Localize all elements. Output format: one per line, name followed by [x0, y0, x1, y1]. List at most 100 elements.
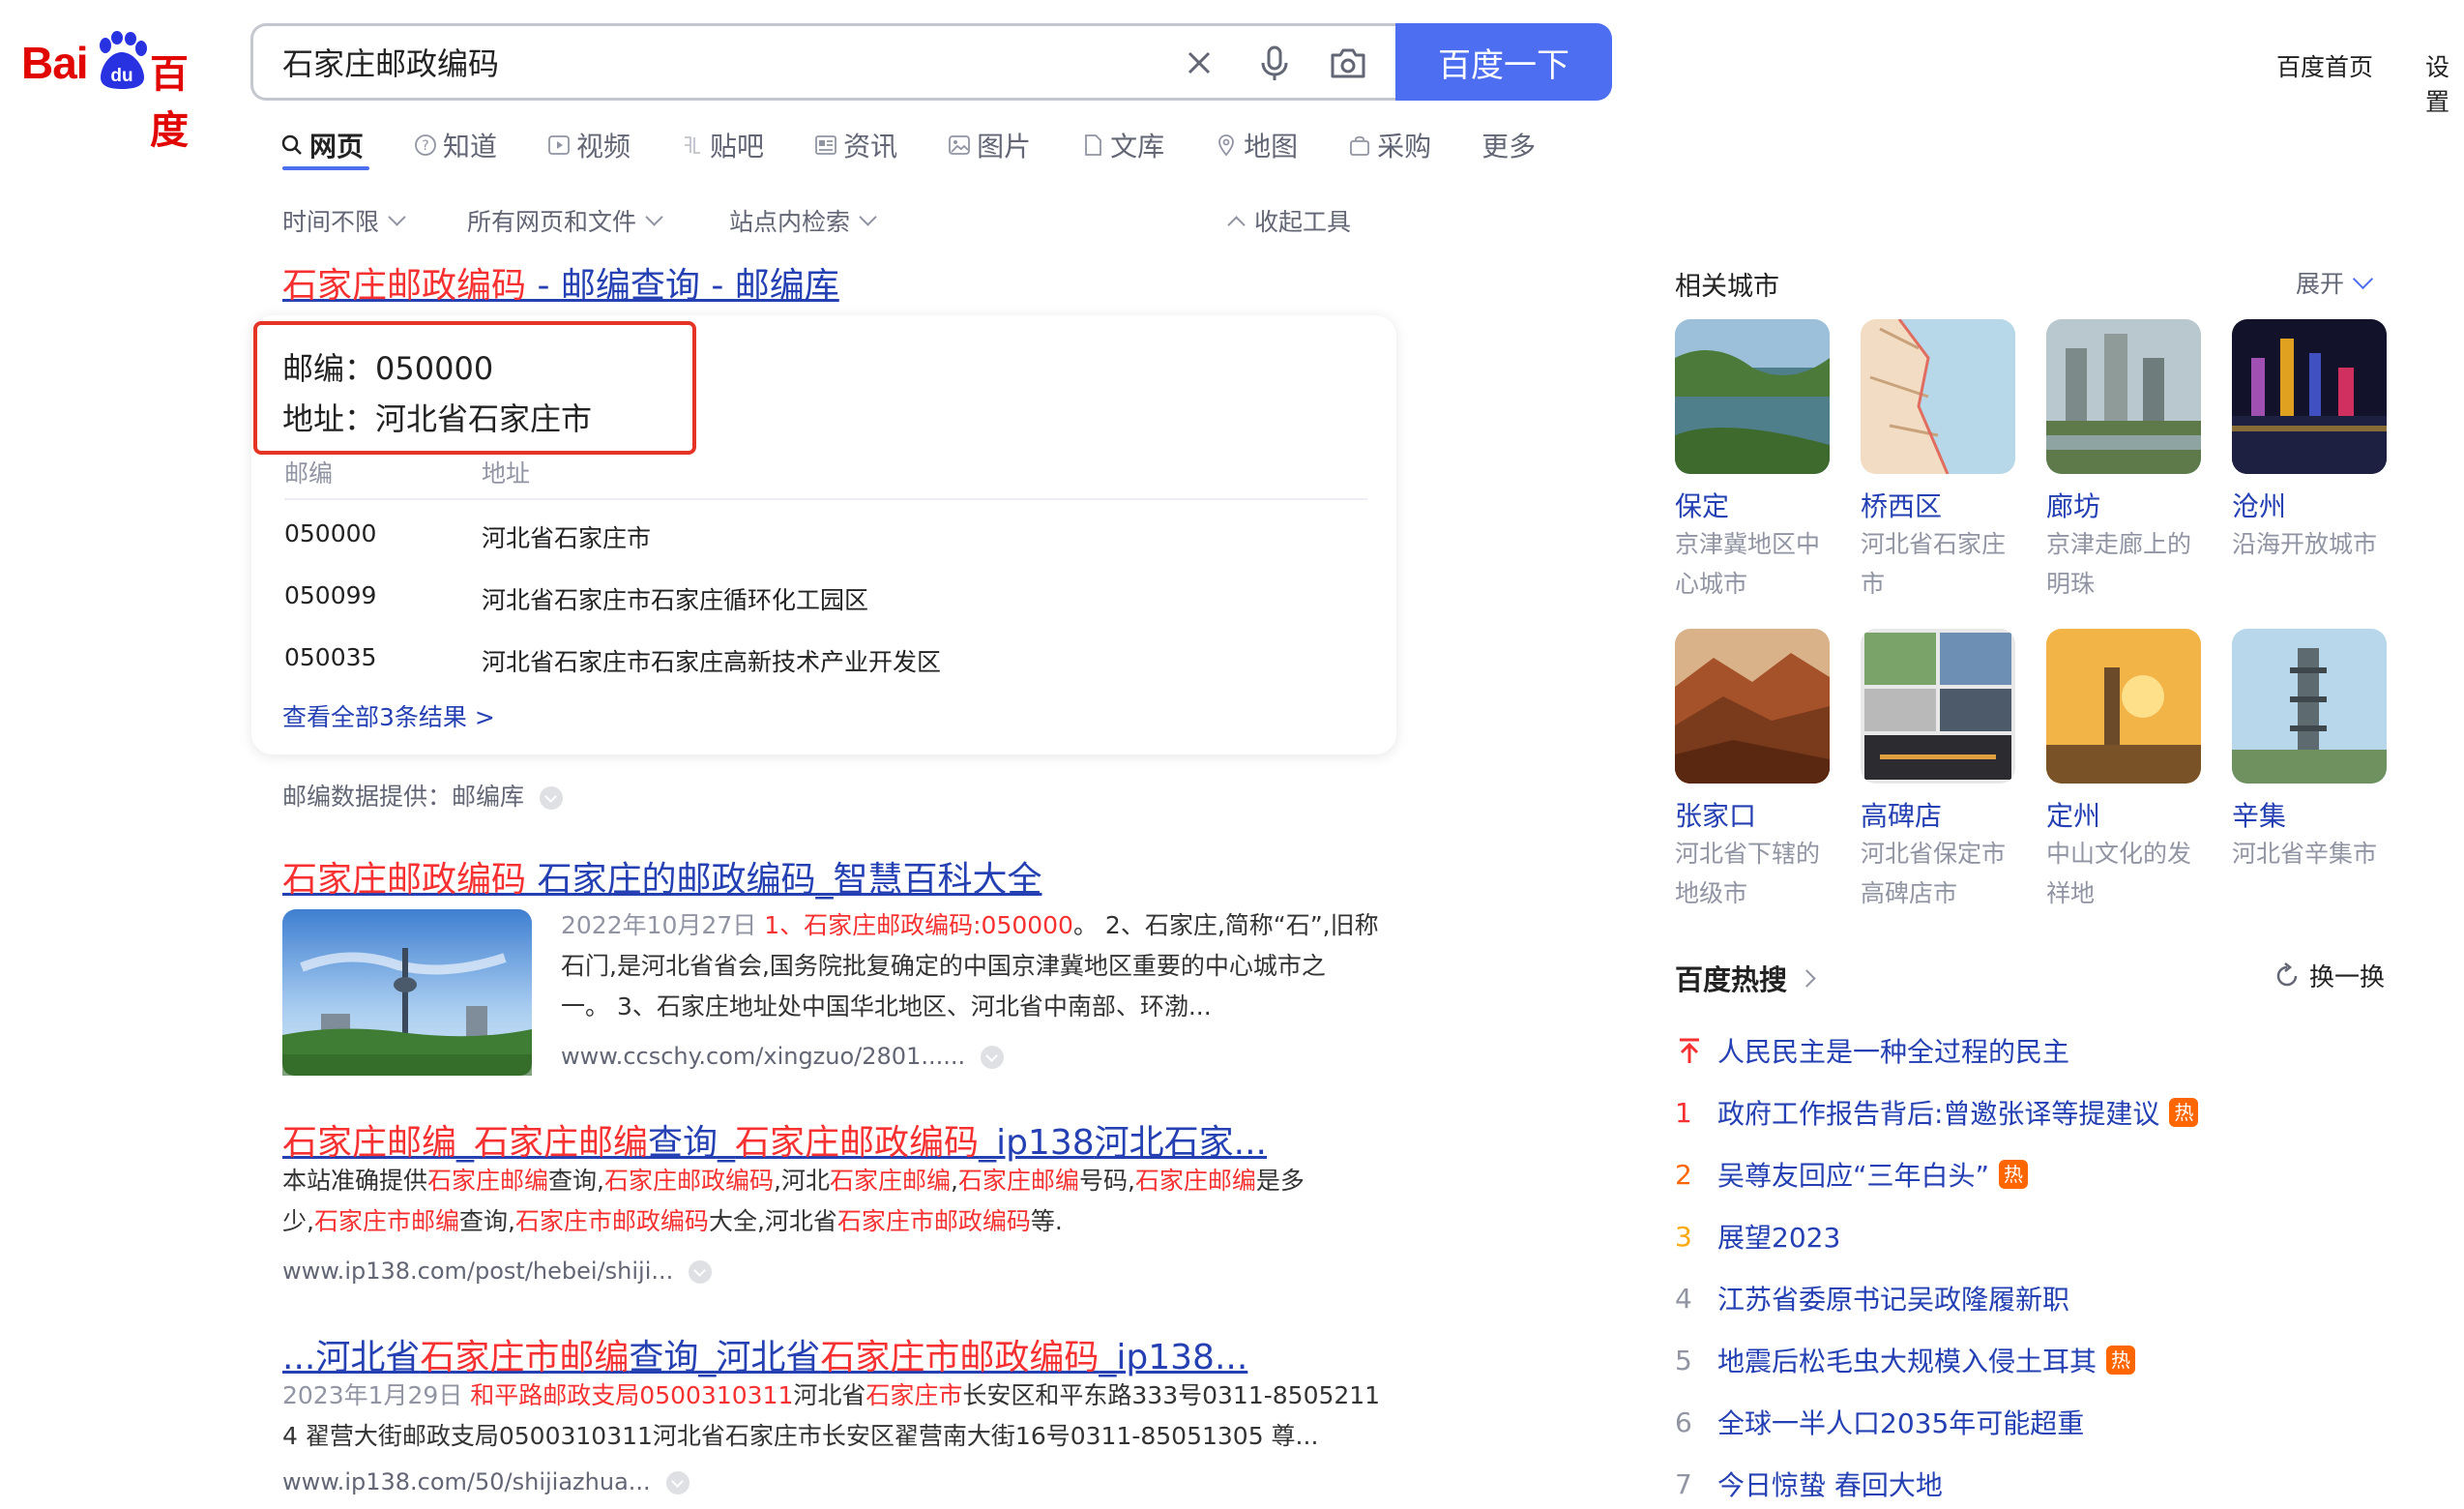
search-button[interactable]: 百度一下 [1395, 23, 1612, 101]
more-options-icon[interactable] [540, 786, 564, 810]
data-source: 邮编数据提供：邮编库 [282, 778, 564, 813]
city-link[interactable]: 定州 [2046, 795, 2100, 834]
hot-item[interactable]: 3 展望2023 [1675, 1205, 2352, 1267]
logo-text-du: du [110, 66, 132, 86]
result-4-snippet: 2023年1月29日 和平路邮政支局0500310311河北省石家庄市长安区和平… [282, 1381, 1381, 1450]
tab-web[interactable]: 网页 [280, 124, 364, 166]
search-tabs: 网页 ? 知道 视频 贴吧 资讯 图片 文库 地图 采购 更多 [280, 124, 1586, 172]
table-row-code: 050000 [284, 519, 377, 547]
hot-item[interactable]: 1 政府工作报告背后:曾邀张译等提建议 热 [1675, 1081, 2352, 1143]
tab-purchase[interactable]: 采购 [1348, 124, 1431, 166]
tab-more[interactable]: 更多 [1481, 124, 1536, 166]
result-2-url[interactable]: www.ccschy.com/xingzuo/2801...... [561, 1043, 1005, 1070]
city-desc: 京津走廊上的明珠 [2046, 530, 2192, 598]
city-link[interactable]: 保定 [1675, 486, 1729, 524]
expand-button[interactable]: 展开 [2296, 265, 2374, 300]
bag-icon [1350, 135, 1370, 156]
city-link[interactable]: 廊坊 [2046, 486, 2100, 524]
result-4-title[interactable]: ...河北省石家庄市邮编查询_河北省石家庄市邮政编码_ip138... [282, 1329, 1247, 1379]
logo-text-cn: 百度 [150, 52, 189, 153]
city-image-dingzhou[interactable] [2046, 629, 2201, 784]
hot-search-title[interactable]: 百度热搜 [1675, 958, 1816, 998]
hot-item[interactable]: 7 今日惊蛰 春回大地 [1675, 1453, 2352, 1509]
result-4-url[interactable]: www.ip138.com/50/shijiazhua... [282, 1468, 689, 1495]
table-header-address: 地址 [482, 459, 531, 488]
hot-badge: 热 [1999, 1160, 2029, 1189]
tab-tieba[interactable]: 贴吧 [681, 124, 764, 166]
hot-item[interactable]: 2 吴尊友回应“三年白头” 热 [1675, 1143, 2352, 1205]
result-3-snippet: 本站准确提供石家庄邮编查询,石家庄邮政编码,河北石家庄邮编,石家庄邮编号码,石家… [282, 1167, 1305, 1235]
tab-news[interactable]: 资讯 [814, 124, 897, 166]
more-options-icon[interactable] [981, 1046, 1005, 1069]
table-row-addr: 河北省石家庄市石家庄高新技术产业开发区 [482, 648, 942, 676]
city-image-qiaoxi[interactable] [1861, 319, 2015, 474]
city-image-langfang[interactable] [2046, 319, 2201, 474]
microphone-icon[interactable] [1253, 42, 1296, 84]
city-image-zhangjiakou[interactable] [1675, 629, 1830, 784]
result-2-title[interactable]: 石家庄邮政编码 石家庄的邮政编码_智慧百科大全 [282, 851, 1041, 902]
city-link[interactable]: 桥西区 [1861, 486, 1942, 524]
active-tab-indicator [282, 166, 369, 170]
hot-item[interactable]: 人民民主是一种全过程的民主 [1675, 1020, 2352, 1081]
baidu-logo[interactable]: Bai du 百度 [21, 29, 224, 153]
table-row-code: 050099 [284, 581, 377, 609]
refresh-button[interactable]: 换一换 [2273, 958, 2385, 993]
city-desc: 沿海开放城市 [2232, 530, 2378, 558]
more-options-icon[interactable] [665, 1471, 689, 1494]
tab-zhidao[interactable]: ? 知道 [414, 124, 497, 166]
city-image-xinji[interactable] [2232, 629, 2387, 784]
tab-images[interactable]: 图片 [948, 124, 1031, 166]
clear-icon[interactable] [1178, 42, 1220, 84]
image-icon [949, 135, 970, 155]
table-row-addr: 河北省石家庄市石家庄循环化工园区 [482, 586, 869, 614]
city-link[interactable]: 张家口 [1675, 795, 1756, 834]
hot-list: 人民民主是一种全过程的民主 1 政府工作报告背后:曾邀张译等提建议 热 2 吴尊… [1675, 1020, 2352, 1509]
tab-wenku[interactable]: 文库 [1081, 124, 1164, 166]
view-all-results-link[interactable]: 查看全部3条结果 > [282, 698, 495, 733]
table-header-postcode: 邮编 [284, 459, 334, 488]
city-image-baoding[interactable] [1675, 319, 1830, 474]
result-3-url[interactable]: www.ip138.com/post/hebei/shiji... [282, 1258, 713, 1285]
chevron-down-icon [2352, 268, 2374, 289]
chevron-up-icon [1227, 215, 1246, 234]
filter-filetype[interactable]: 所有网页和文件 [467, 203, 663, 238]
news-icon [815, 135, 836, 155]
refresh-icon [2276, 962, 2298, 986]
chevron-down-icon [388, 207, 406, 226]
question-icon: ? [415, 134, 436, 156]
doc-icon [1085, 134, 1101, 156]
city-image-cangzhou[interactable] [2232, 319, 2387, 474]
hot-item[interactable]: 6 全球一半人口2035年可能超重 [1675, 1391, 2352, 1453]
result-1-title[interactable]: 石家庄邮政编码 - 邮编查询 - 邮编库 [282, 257, 839, 308]
more-options-icon[interactable] [689, 1260, 713, 1284]
camera-icon[interactable] [1327, 42, 1369, 84]
city-link[interactable]: 高碑店 [1861, 795, 1942, 834]
city-desc: 河北省下辖的地级市 [1675, 840, 1821, 907]
city-desc: 河北省石家庄市 [1861, 530, 2007, 598]
chevron-right-icon [1798, 968, 1816, 988]
city-desc: 京津冀地区中心城市 [1675, 530, 1821, 598]
table-divider [284, 498, 1367, 500]
search-box[interactable] [250, 23, 1395, 101]
city-desc: 河北省辛集市 [2232, 840, 2378, 868]
baidu-home-link[interactable]: 百度首页 [2276, 48, 2373, 83]
filter-time[interactable]: 时间不限 [282, 203, 406, 238]
city-image-gaobeidian[interactable] [1861, 629, 2015, 784]
search-input[interactable] [282, 40, 1153, 84]
city-link[interactable]: 辛集 [2232, 795, 2286, 834]
hot-item[interactable]: 4 江苏省委原书记吴政隆履新职 [1675, 1267, 2352, 1329]
tab-video[interactable]: 视频 [547, 124, 631, 166]
map-icon [1218, 134, 1235, 157]
hot-item[interactable]: 5 地震后松毛虫大规模入侵土耳其 热 [1675, 1329, 2352, 1391]
result-3-title[interactable]: 石家庄邮编_石家庄邮编查询_石家庄邮政编码_ip138河北石家... [282, 1114, 1267, 1165]
related-cities-title: 相关城市 [1675, 272, 1779, 302]
settings-link[interactable]: 设置 [2425, 48, 2464, 118]
city-link[interactable]: 沧州 [2232, 486, 2286, 524]
filter-site[interactable]: 站点内检索 [729, 203, 877, 238]
chevron-down-icon [859, 207, 877, 226]
result-2-thumbnail[interactable] [282, 909, 532, 1076]
table-row-addr: 河北省石家庄市 [482, 524, 652, 552]
tieba-icon [685, 136, 701, 154]
tab-map[interactable]: 地图 [1215, 124, 1298, 166]
collapse-tools[interactable]: 收起工具 [1227, 203, 1351, 238]
